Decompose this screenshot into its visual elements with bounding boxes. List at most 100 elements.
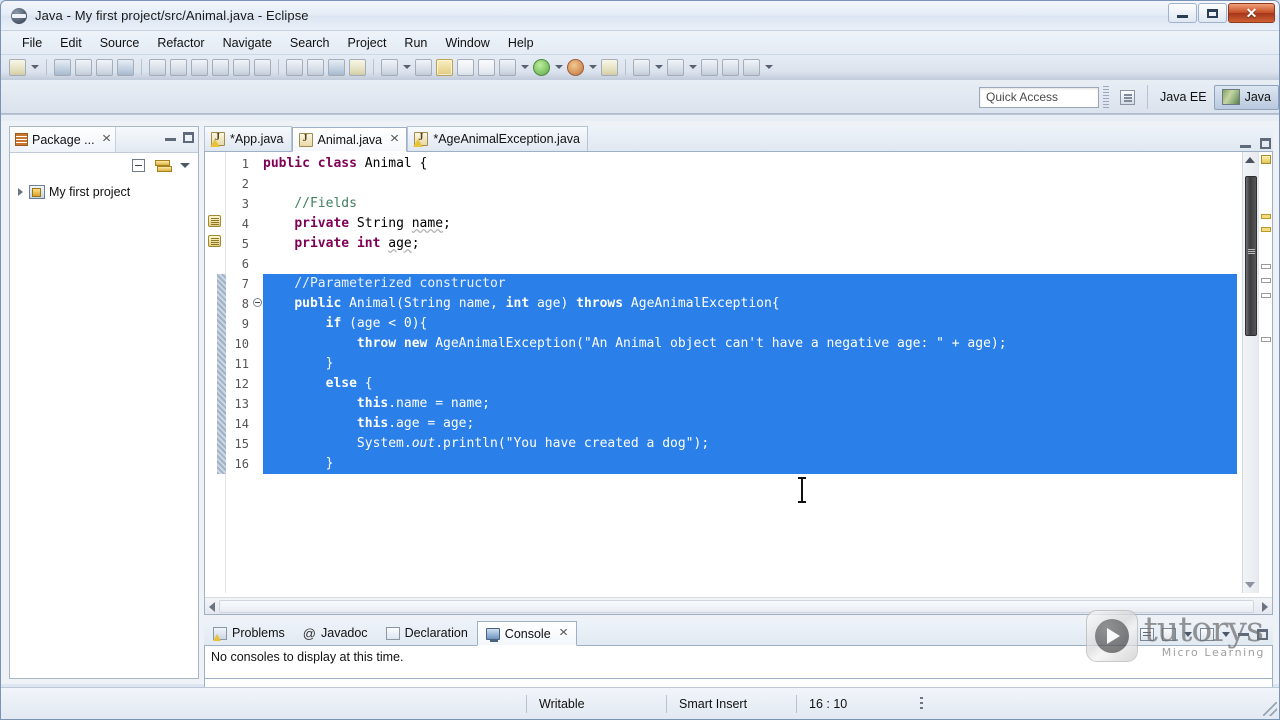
resize-grip[interactable] xyxy=(1263,702,1277,716)
overview-marker[interactable] xyxy=(1261,293,1271,298)
overview-marker[interactable] xyxy=(1261,337,1271,342)
minimize-view-icon[interactable] xyxy=(1238,633,1249,636)
minimize-editor-icon[interactable] xyxy=(1240,145,1251,148)
editor-tab-ageanimalexception-java[interactable]: *AgeAnimalException.java xyxy=(407,126,588,151)
tree-item-my-first-project[interactable]: My first project xyxy=(16,183,198,201)
editor-horizontal-scrollbar[interactable] xyxy=(205,597,1272,614)
code-line[interactable]: } xyxy=(263,454,1237,474)
fold-marker-line-8[interactable] xyxy=(253,298,262,307)
tab-problems[interactable]: Problems xyxy=(204,620,294,645)
open-console-icon[interactable] xyxy=(1200,628,1214,641)
close-button[interactable]: ✕ xyxy=(1228,3,1275,23)
menu-edit[interactable]: Edit xyxy=(51,34,91,52)
console-body[interactable]: No consoles to display at this time. xyxy=(204,646,1273,679)
scroll-lock-icon[interactable] xyxy=(1140,628,1154,641)
view-menu-icon[interactable] xyxy=(180,162,190,168)
scroll-down-icon[interactable] xyxy=(1245,582,1255,588)
overview-marker[interactable] xyxy=(1261,278,1271,283)
overview-warning-marker[interactable] xyxy=(1261,227,1271,232)
java-file-icon xyxy=(413,132,429,147)
tab-console[interactable]: Console ✕ xyxy=(476,621,577,646)
overview-marker[interactable] xyxy=(1261,264,1271,269)
link-with-editor-icon[interactable] xyxy=(155,159,172,172)
main-toolbar xyxy=(1,55,1279,80)
horizontal-scrollbar-thumb[interactable] xyxy=(219,600,1254,613)
code-line[interactable]: else { xyxy=(263,374,1237,394)
code-line[interactable]: this.name = name; xyxy=(263,394,1237,414)
code-line[interactable]: //Fields xyxy=(263,194,1237,214)
scroll-left-icon[interactable] xyxy=(209,602,215,612)
maximize-button[interactable] xyxy=(1198,3,1227,23)
source-code[interactable]: public class Animal { //Fields private S… xyxy=(263,152,1237,593)
code-line[interactable]: if (age < 0){ xyxy=(263,314,1237,334)
code-token: out xyxy=(411,436,436,451)
line-number: 2 xyxy=(241,177,249,191)
editor-change-bar xyxy=(217,152,226,593)
editor-marker-bar[interactable] xyxy=(205,152,226,593)
code-line[interactable]: private int age; xyxy=(263,234,1237,254)
editor-body[interactable]: 1 2 3 4 5 6 7 8 9 10 11 12 13 14 15 16 p… xyxy=(204,152,1273,615)
status-bar-menu-icon[interactable] xyxy=(920,696,923,711)
eclipse-icon xyxy=(11,7,27,24)
chevron-right-icon[interactable] xyxy=(16,187,25,197)
scroll-right-icon[interactable] xyxy=(1262,602,1268,612)
editor-tab-app-java[interactable]: *App.java xyxy=(204,126,292,151)
tab-declaration[interactable]: Declaration xyxy=(377,620,477,645)
text-caret xyxy=(798,477,806,503)
code-line[interactable]: private String name; xyxy=(263,214,1237,234)
package-explorer-view: Package ... ✕ My first project xyxy=(9,126,199,679)
code-token: else xyxy=(325,376,357,391)
tab-package-explorer[interactable]: Package ... ✕ xyxy=(10,127,116,152)
menu-run[interactable]: Run xyxy=(395,34,436,52)
maximize-view-icon[interactable] xyxy=(1257,629,1268,640)
menu-project[interactable]: Project xyxy=(339,34,396,52)
tab-javadoc[interactable]: @ Javadoc xyxy=(294,620,377,645)
code-token: age) xyxy=(529,296,577,311)
code-line[interactable]: this.age = age; xyxy=(263,414,1237,434)
editor-tab-animal-java[interactable]: Animal.java ✕ xyxy=(291,127,408,152)
menu-source[interactable]: Source xyxy=(91,34,149,52)
status-cursor-position: 16 : 10 xyxy=(796,694,906,713)
maximize-view-icon[interactable] xyxy=(183,132,194,143)
close-icon[interactable]: ✕ xyxy=(558,628,568,639)
code-line[interactable] xyxy=(263,254,1237,274)
perspective-java-label: Java xyxy=(1244,90,1271,104)
menu-window[interactable]: Window xyxy=(436,34,498,52)
vertical-scrollbar-thumb[interactable] xyxy=(1245,176,1257,336)
display-selected-console-icon[interactable] xyxy=(1162,628,1176,641)
close-icon[interactable]: ✕ xyxy=(101,134,111,145)
editor-folding-column[interactable] xyxy=(252,152,263,593)
code-line[interactable] xyxy=(263,174,1237,194)
code-line[interactable]: public class Animal { xyxy=(263,154,1237,174)
editor-overview-ruler[interactable] xyxy=(1258,152,1272,593)
toolbar-drag-handle[interactable] xyxy=(1103,85,1110,109)
close-icon[interactable]: ✕ xyxy=(390,134,400,145)
line-number: 13 xyxy=(234,397,249,411)
menu-help[interactable]: Help xyxy=(499,34,543,52)
code-line[interactable]: public Animal(String name, int age) thro… xyxy=(263,294,1237,314)
quick-access-input[interactable]: Quick Access xyxy=(979,86,1100,108)
perspective-java[interactable]: Java xyxy=(1213,84,1279,110)
menu-search[interactable]: Search xyxy=(281,34,339,52)
code-line[interactable]: throw new AgeAnimalException("An Animal … xyxy=(263,334,1237,354)
minimize-button[interactable] xyxy=(1168,3,1197,23)
menu-navigate[interactable]: Navigate xyxy=(214,34,281,52)
menu-file[interactable]: File xyxy=(13,34,51,52)
code-token: class xyxy=(317,156,357,171)
code-line[interactable]: } xyxy=(263,354,1237,374)
collapse-all-icon[interactable] xyxy=(132,158,145,172)
perspective-java-ee[interactable]: Java EE xyxy=(1153,85,1214,110)
open-console-dropdown-icon[interactable] xyxy=(1222,632,1230,637)
menu-refactor[interactable]: Refactor xyxy=(148,34,213,52)
display-console-dropdown-icon[interactable] xyxy=(1184,632,1192,637)
overview-warning-marker[interactable] xyxy=(1261,214,1271,219)
code-line[interactable]: //Parameterized constructor xyxy=(263,274,1237,294)
editor-tab-label: *App.java xyxy=(230,132,284,146)
editor-vertical-scrollbar[interactable] xyxy=(1242,152,1258,593)
minimize-view-icon[interactable] xyxy=(165,138,176,141)
code-token: private xyxy=(294,236,350,251)
code-line[interactable]: System.out.println("You have created a d… xyxy=(263,434,1237,454)
open-perspective-button[interactable] xyxy=(1113,85,1142,110)
maximize-editor-icon[interactable] xyxy=(1260,138,1271,149)
scroll-up-icon[interactable] xyxy=(1245,157,1255,163)
